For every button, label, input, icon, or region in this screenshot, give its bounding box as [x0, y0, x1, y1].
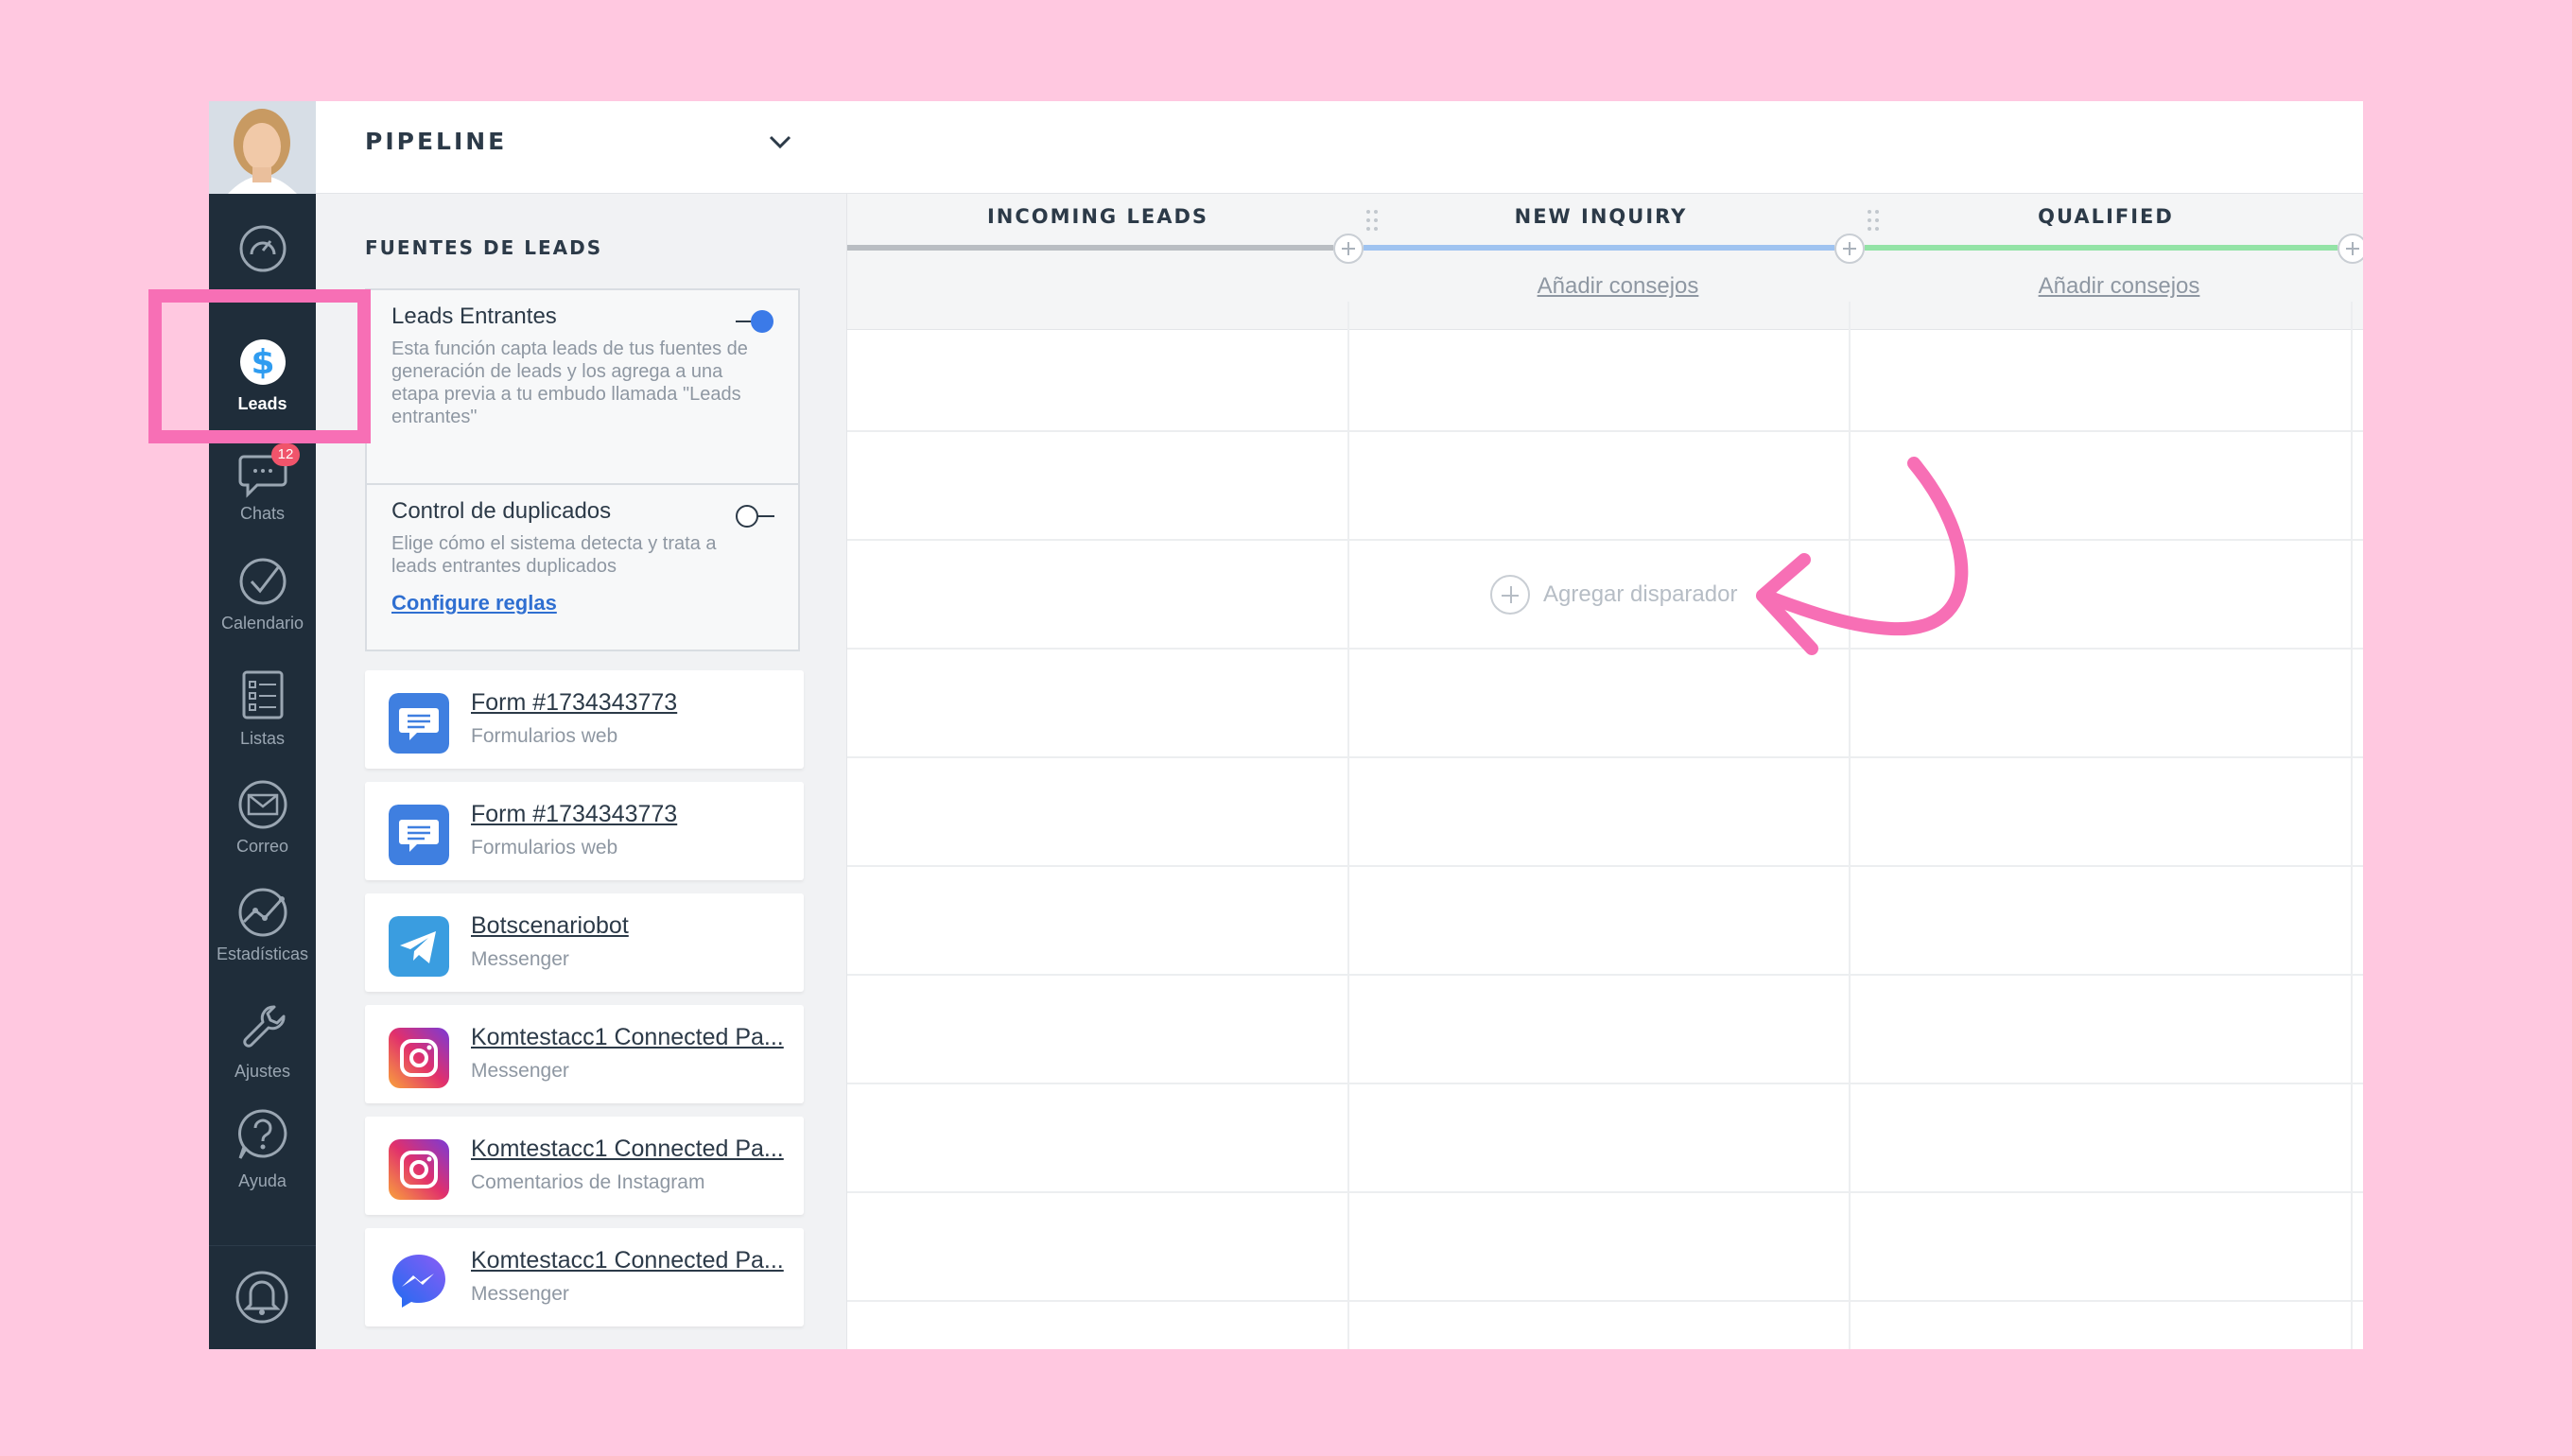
nav-label: Correo [235, 837, 289, 856]
source-name[interactable]: Form #1734343773 [471, 801, 792, 828]
incoming-leads-desc: Esta función capta leads de tus fuentes … [391, 338, 748, 427]
source-name[interactable]: Komtestacc1 Connected Pa... [471, 1135, 792, 1163]
chevron-down-icon[interactable] [768, 130, 792, 154]
source-item[interactable]: Komtestacc1 Connected Pa... Messenger [365, 1228, 804, 1326]
nav-label: Estadísticas [216, 945, 309, 963]
dashboard-icon [239, 225, 286, 272]
help-question-icon [237, 1109, 287, 1159]
source-item[interactable]: Form #1734343773 Formularios web [365, 670, 804, 769]
source-name[interactable]: Komtestacc1 Connected Pa... [471, 1024, 792, 1051]
row-divider [847, 1191, 2363, 1193]
source-type: Formularios web [471, 725, 618, 747]
web-form-icon [389, 693, 449, 754]
nav-item-ayuda[interactable]: Ayuda [209, 1107, 316, 1191]
column-color-bar [1364, 245, 1834, 251]
wrench-icon [242, 1005, 285, 1048]
duplicates-title: Control de duplicados [391, 498, 612, 524]
nav-item-ajustes[interactable]: Ajustes [209, 999, 316, 1082]
duplicates-desc: Elige cómo el sistema detecta y trata a … [391, 533, 717, 577]
add-trigger-label: Agregar disparador [1543, 581, 1738, 607]
nav-label: Listas [239, 729, 286, 748]
column-title-incoming-leads[interactable]: INCOMING LEADS [847, 205, 1348, 228]
add-column-button[interactable] [1834, 234, 1865, 264]
chats-badge: 12 [271, 443, 300, 466]
nav-item-correo[interactable]: Correo [209, 778, 316, 857]
source-item[interactable]: Form #1734343773 Formularios web [365, 782, 804, 880]
source-item[interactable]: Botscenariobot Messenger [365, 893, 804, 992]
column-color-bar [1865, 245, 2337, 251]
main-navigation: $ Leads 12 Chats Calendario Listas Corre… [209, 101, 316, 1349]
notifications-area [209, 1245, 316, 1349]
row-divider [847, 1083, 2363, 1084]
incoming-leads-title: Leads Entrantes [391, 303, 557, 329]
row-divider [847, 756, 2363, 758]
nav-item-dashboard[interactable] [209, 222, 316, 275]
row-divider [847, 648, 2363, 650]
nav-item-chats[interactable]: 12 Chats [209, 443, 316, 524]
leads-highlight-box [148, 289, 371, 443]
column-title-qualified[interactable]: QUALIFIED [1855, 205, 2356, 228]
user-avatar[interactable] [209, 101, 316, 194]
web-form-icon [389, 805, 449, 865]
add-column-button[interactable] [1333, 234, 1364, 264]
lead-sources-panel: PIPELINE FUENTES DE LEADS Leads Entrante… [316, 101, 847, 1349]
source-item[interactable]: Komtestacc1 Connected Pa... Comentarios … [365, 1117, 804, 1215]
section-title: FUENTES DE LEADS [365, 236, 603, 259]
source-item[interactable]: Komtestacc1 Connected Pa... Messenger [365, 1005, 804, 1103]
checkmark-circle-icon [239, 558, 286, 605]
pipeline-title: PIPELINE [365, 128, 508, 155]
column-color-bar [847, 245, 1333, 251]
row-divider [847, 1300, 2363, 1302]
pipeline-board: INCOMING LEADS NEW INQUIRY Añadir consej… [847, 101, 2363, 1349]
nav-label: Ayuda [238, 1171, 287, 1190]
source-name[interactable]: Botscenariobot [471, 912, 792, 940]
source-type: Comentarios de Instagram [471, 1171, 705, 1193]
facebook-messenger-icon [392, 1255, 445, 1308]
add-trigger-button[interactable]: Agregar disparador [1490, 574, 1737, 615]
duplicates-card: Control de duplicados Elige cómo el sist… [365, 483, 800, 651]
configure-rules-link[interactable]: Configure reglas [391, 591, 773, 615]
row-divider [847, 974, 2363, 976]
telegram-icon [389, 916, 449, 977]
source-name[interactable]: Komtestacc1 Connected Pa... [471, 1247, 792, 1274]
nav-label: Calendario [220, 614, 304, 633]
nav-item-estadisticas[interactable]: Estadísticas [209, 886, 316, 964]
row-divider [847, 430, 2363, 432]
app-window: $ Leads 12 Chats Calendario Listas Corre… [209, 101, 2363, 1349]
nav-item-calendario[interactable]: Calendario [209, 555, 316, 633]
mail-icon [238, 780, 287, 829]
source-name[interactable]: Form #1734343773 [471, 689, 792, 717]
nav-item-listas[interactable]: Listas [209, 667, 316, 749]
board-top-bar [847, 101, 2363, 194]
source-type: Messenger [471, 1283, 569, 1305]
stats-line-icon [238, 888, 287, 937]
list-icon [242, 670, 283, 719]
nav-label: Ajustes [234, 1062, 291, 1081]
incoming-leads-toggle[interactable] [734, 307, 775, 336]
row-divider [847, 865, 2363, 867]
source-type: Messenger [471, 1060, 569, 1082]
row-divider [847, 539, 2363, 541]
add-tips-link[interactable]: Añadir consejos [1868, 273, 2363, 300]
source-type: Messenger [471, 948, 569, 970]
source-type: Formularios web [471, 837, 618, 858]
column-title-new-inquiry[interactable]: NEW INQUIRY [1350, 205, 1851, 228]
add-column-button[interactable] [2337, 234, 2363, 264]
pipeline-selector[interactable]: PIPELINE [316, 101, 847, 194]
nav-label: Chats [239, 504, 286, 523]
duplicates-toggle[interactable] [734, 502, 775, 530]
add-tips-link[interactable]: Añadir consejos [1367, 273, 1868, 300]
plus-circle-icon [1490, 575, 1530, 615]
instagram-icon [389, 1139, 449, 1200]
curved-arrow-icon [1756, 457, 1969, 655]
instagram-icon [389, 1028, 449, 1088]
bell-icon[interactable] [209, 1246, 316, 1349]
